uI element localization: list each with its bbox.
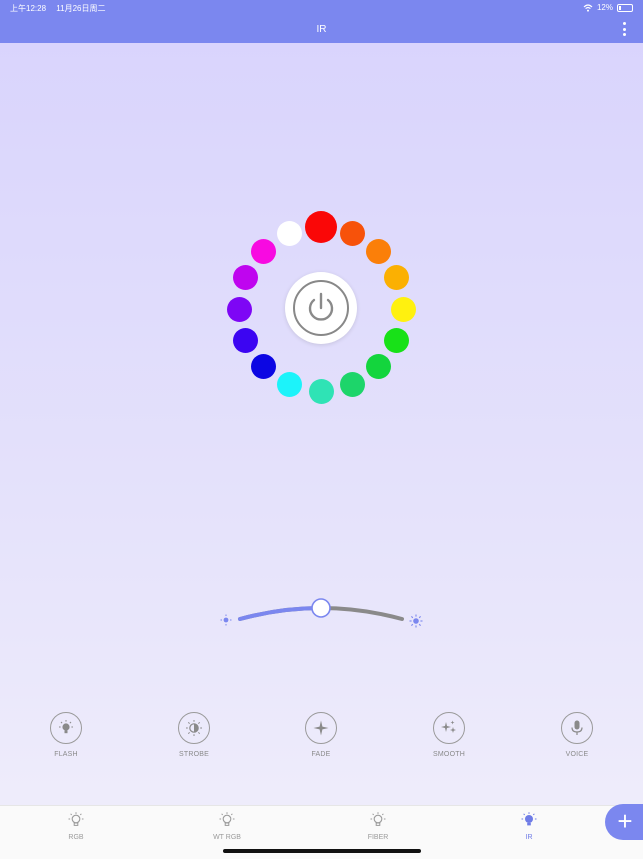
smooth-sparkles-icon	[441, 720, 456, 733]
mode-label: FADE	[311, 751, 331, 758]
power-button[interactable]	[285, 272, 357, 344]
bulb-filled-icon	[521, 812, 537, 826]
fade-sparkle-icon	[313, 720, 329, 736]
status-date: 11月26日周二	[56, 4, 106, 13]
color-swatch[interactable]	[226, 296, 252, 322]
color-swatch[interactable]	[277, 372, 303, 398]
color-swatch[interactable]	[305, 211, 337, 243]
mode-label: STROBE	[179, 751, 209, 758]
color-swatch[interactable]	[250, 354, 276, 380]
bulb-icon	[370, 812, 386, 826]
color-swatch[interactable]	[277, 220, 303, 246]
color-swatch[interactable]	[384, 327, 410, 353]
mode-flash-button[interactable]: FLASH	[36, 712, 96, 758]
status-time: 上午12:28	[10, 4, 47, 13]
battery-icon	[617, 3, 633, 12]
color-swatch[interactable]	[339, 220, 365, 246]
microphone-icon	[571, 720, 583, 735]
color-swatch[interactable]	[232, 265, 258, 291]
color-swatch[interactable]	[232, 327, 258, 353]
add-button[interactable]: +	[605, 804, 643, 840]
brightness-slider[interactable]	[218, 595, 428, 635]
mode-smooth-button[interactable]: SMOOTH	[419, 712, 479, 758]
color-swatch[interactable]	[308, 378, 334, 404]
wifi-icon	[583, 3, 593, 12]
tab-label: RGB	[68, 834, 84, 841]
mode-fade-button[interactable]: FADE	[291, 712, 351, 758]
page-title: IR	[316, 24, 327, 35]
bulb-icon	[68, 812, 84, 826]
mode-label: FLASH	[54, 751, 78, 758]
mode-voice-button[interactable]: VOICE	[547, 712, 607, 758]
tab-wt-rgb[interactable]: WT RGB	[197, 812, 257, 841]
tab-label: IR	[525, 834, 533, 841]
slider-thumb	[311, 598, 331, 618]
more-menu-icon[interactable]	[621, 22, 627, 36]
bulb-icon	[219, 812, 235, 826]
tab-label: FIBER	[367, 834, 389, 841]
tab-ir[interactable]: IR	[499, 812, 559, 841]
color-swatch[interactable]	[250, 238, 276, 264]
brightness-high-icon	[409, 614, 423, 628]
power-ring	[293, 280, 349, 336]
power-icon	[308, 292, 334, 321]
status-bar-right: 12%	[583, 3, 633, 12]
mode-strobe-button[interactable]: STROBE	[164, 712, 224, 758]
app-header: 上午12:28 11月26日周二 12% IR	[0, 0, 643, 43]
mode-label: SMOOTH	[433, 751, 465, 758]
strobe-icon	[186, 720, 202, 736]
color-swatch[interactable]	[339, 372, 365, 398]
tab-label: WT RGB	[213, 834, 241, 841]
battery-percent: 12%	[596, 3, 613, 12]
flash-bulb-icon	[59, 720, 73, 734]
color-swatch[interactable]	[384, 265, 410, 291]
status-bar-left: 上午12:28 11月26日周二	[10, 3, 113, 14]
color-swatch[interactable]	[390, 296, 416, 322]
tab-fiber[interactable]: FIBER	[348, 812, 408, 841]
color-swatch[interactable]	[366, 238, 392, 264]
mode-label: VOICE	[565, 751, 589, 758]
home-indicator	[223, 849, 421, 853]
tab-rgb[interactable]: RGB	[46, 812, 106, 841]
color-swatch[interactable]	[366, 354, 392, 380]
